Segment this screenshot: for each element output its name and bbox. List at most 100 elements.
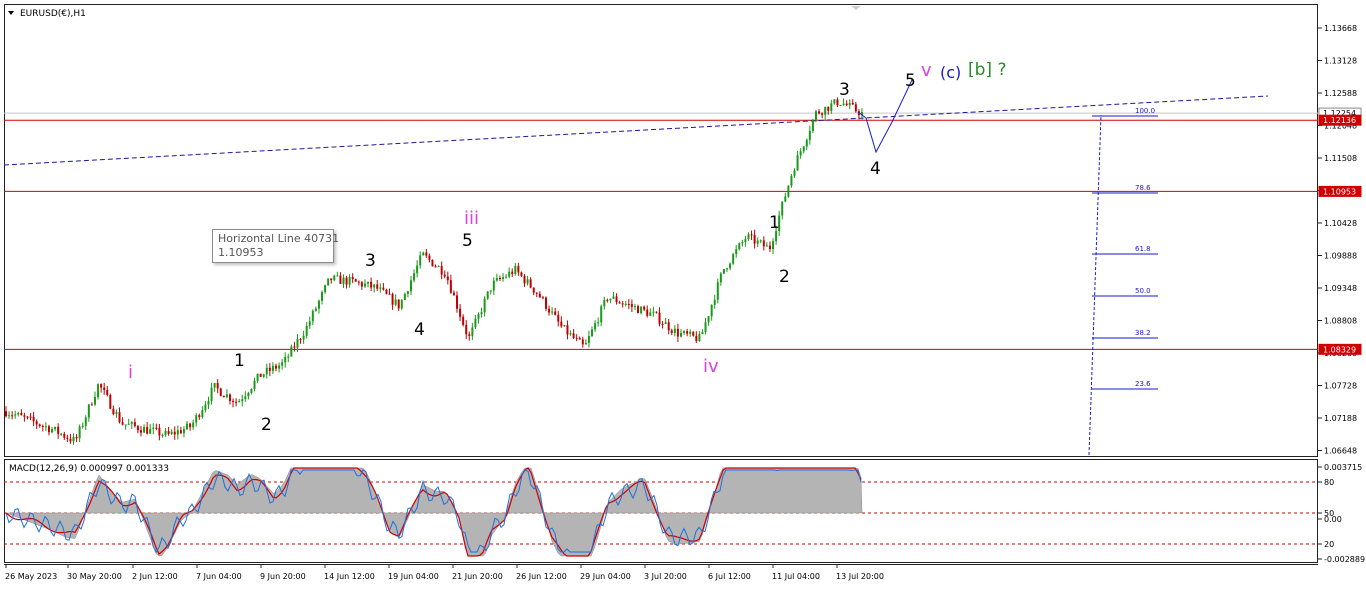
tooltip-value: 1.10953 [218,246,264,259]
candle-body [532,287,535,293]
candle-body [799,151,802,156]
candle-body [474,318,477,328]
candle-body [182,429,185,434]
candle-body [606,299,609,301]
candle-body [597,322,600,324]
wave-label: 3 [839,80,850,100]
candle-body [278,365,281,369]
candle-body [222,395,225,398]
candle-body [784,196,787,202]
candle-body [449,280,452,293]
candle-body [118,412,121,423]
x-tick-label: 29 Jun 04:00 [580,572,631,581]
scroll-marker-icon[interactable] [851,6,861,10]
candle-body [143,427,146,433]
candle-body [244,396,247,400]
candle-body [808,130,811,140]
candle-body [851,102,854,105]
candle-body [250,388,253,393]
macd-title: MACD(12,26,9) 0.000997 0.001333 [9,464,169,474]
candle-body [281,362,284,366]
macd-y-tick-label: 20 [1324,540,1334,549]
candle-body [701,332,704,335]
candle-body [548,308,551,313]
fib-level-label: 78.6 [1135,184,1151,192]
wave-label: i [128,362,133,383]
candle-body [452,292,455,296]
y-tick-label: 1.07188 [1324,414,1357,423]
candle-body [842,103,845,106]
candle-body [814,111,817,120]
chart-window[interactable]: EURUSD(€),H1 MACD(12,26,9) 0.000997 0.00… [0,0,1366,588]
candle-body [93,397,96,405]
candle-body [333,275,336,281]
candle-body [213,383,216,388]
wave-label: [b] ? [968,60,1006,80]
candle-body [676,328,679,337]
candle-body [409,280,412,292]
candle-body [354,279,357,282]
candle-body [136,426,139,431]
trendline[interactable] [3,95,1269,166]
candle-body [495,278,498,281]
candle-body [235,401,238,403]
candle-body [339,275,342,284]
candle-body [529,279,532,288]
candle-body [689,331,692,334]
candle-body [759,240,762,242]
candle-body [265,367,268,375]
candle-body [425,252,428,256]
candle-body [17,412,20,415]
chart-canvas[interactable]: EURUSD(€),H1 MACD(12,26,9) 0.000997 0.00… [0,0,1366,588]
candle-body [23,415,26,417]
candle-body [29,416,32,418]
candle-body [627,303,630,305]
fibonacci-baseline[interactable] [1088,114,1102,456]
candle-body [428,255,431,260]
candle-body [566,325,569,335]
candle-body [186,423,189,430]
candle-body [735,249,738,255]
candle-body [314,308,317,311]
y-tick-label: 1.09348 [1324,284,1357,293]
candle-body [32,416,35,422]
candle-body [477,314,480,319]
candle-body [756,240,759,244]
candle-body [256,373,259,381]
candle-body [747,234,750,239]
chart-menu-triangle-icon[interactable] [8,11,14,15]
candle-body [821,113,824,115]
candle-body [406,291,409,294]
y-tick-label: 1.13668 [1324,24,1357,33]
candle-body [618,302,621,304]
candle-body [90,404,93,406]
candle-body [376,284,379,289]
candle-body [60,433,63,435]
candle-body [551,311,554,313]
macd-histogram[interactable] [5,467,863,557]
candle-body [195,415,198,423]
candle-body [305,325,308,336]
candle-body [498,278,501,280]
candle-body [591,329,594,336]
projection-path[interactable] [857,79,913,154]
x-tick-label: 26 Jun 12:00 [516,572,567,581]
candle-body [462,316,465,325]
candle-body [416,265,419,274]
candle-body [103,387,106,391]
candle-body [600,306,603,323]
candle-body [523,275,526,284]
candle-body [704,322,707,333]
macd-y-tick-label: 0.003715 [1324,463,1362,472]
candle-body [538,293,541,298]
candle-body [787,185,790,197]
candle-body [612,296,615,299]
candle-body [357,281,360,283]
candle-body [210,387,213,401]
candle-body [422,252,425,256]
candle-body [744,238,747,242]
candle-body [14,414,17,416]
candle-body [296,339,299,348]
candle-body [133,422,136,427]
candle-body [836,99,839,106]
